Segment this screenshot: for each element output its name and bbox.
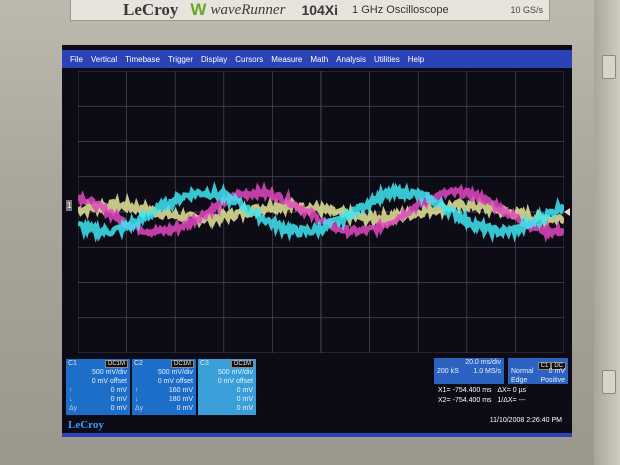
- ch1-offset: 0 mV offset: [91, 378, 127, 385]
- timebase-rate: 1.0 MS/s: [473, 368, 501, 375]
- ch3-volts-div: 500 mV/div: [217, 369, 253, 376]
- ch2-volts-div: 500 mV/div: [157, 369, 193, 376]
- x1-label: X1=: [438, 387, 451, 394]
- datetime-display: 11/10/2008 2:26:40 PM: [489, 417, 562, 424]
- menu-bar: File Vertical Timebase Trigger Display C…: [62, 50, 572, 68]
- sample-rate-label: 10 GS/s: [510, 5, 543, 15]
- channel-2-coupling: DC1M: [170, 359, 194, 368]
- model-name: waveRunner: [210, 1, 286, 18]
- ch2-row-label: ↓: [135, 396, 139, 403]
- menu-file[interactable]: File: [70, 55, 83, 64]
- channel-3-id: C3: [200, 360, 209, 367]
- bezel-right-edge: [594, 0, 620, 465]
- timebase-samples: 200 kS: [437, 368, 459, 375]
- channel-3-panel[interactable]: C3 DC1M 500 mV/div 0 mV offset 0 mV 0 mV …: [198, 359, 256, 415]
- trigger-panel[interactable]: C1 DC Normal 0 mV Edge Positive: [508, 358, 568, 384]
- trigger-level-icon[interactable]: [564, 208, 570, 216]
- screen-logo: LeCroy: [68, 419, 104, 431]
- brand-logo-icon: W: [190, 0, 207, 19]
- channel-ground-marker[interactable]: 1: [66, 200, 73, 211]
- header-plate: LeCroy W waveRunner 104Xi 1 GHz Oscillos…: [70, 0, 550, 21]
- channel-1-panel[interactable]: C1 DC1M 500 mV/div 0 mV offset ↑ 0 mV ↓ 0 m…: [66, 359, 130, 415]
- x2-value: -754.400 ms: [452, 397, 492, 404]
- model-number: 104Xi: [301, 2, 339, 18]
- trigger-mode: Normal: [511, 368, 534, 375]
- menu-analysis[interactable]: Analysis: [336, 55, 366, 64]
- inv-dx-value: ---: [518, 397, 526, 404]
- trigger-slope: Positive: [540, 377, 565, 384]
- ch3-offset: 0 mV offset: [217, 378, 253, 385]
- ch1-row-label: Δy: [69, 405, 78, 412]
- ch1-row-label: ↓: [69, 396, 73, 403]
- side-button-top[interactable]: [602, 55, 616, 79]
- menu-timebase[interactable]: Timebase: [125, 55, 160, 64]
- ch1-volts-div: 500 mV/div: [91, 369, 127, 376]
- dx-value: 0 µs: [512, 387, 527, 394]
- dx-label: ΔX=: [497, 387, 511, 394]
- channel-2-id: C2: [134, 360, 143, 367]
- ch3-cursor-1: 0 mV: [236, 387, 253, 394]
- side-button-bottom[interactable]: [602, 370, 616, 394]
- channel-1-coupling: DC1M: [104, 359, 128, 368]
- menu-trigger[interactable]: Trigger: [168, 55, 193, 64]
- x2-label: X2=: [438, 397, 451, 404]
- oscilloscope-bezel: LeCroy W waveRunner 104Xi 1 GHz Oscillos…: [0, 0, 620, 465]
- x1-value: -754.400 ms: [452, 387, 492, 394]
- ch3-delta-y: 0 mV: [236, 405, 253, 412]
- inv-dx-label: 1/ΔX=: [497, 397, 517, 404]
- menu-help[interactable]: Help: [408, 55, 424, 64]
- menu-math[interactable]: Math: [310, 55, 328, 64]
- ch2-cursor-1: 160 mV: [168, 387, 193, 394]
- model-description: 1 GHz Oscilloscope: [352, 4, 449, 16]
- timebase-panel[interactable]: 20.0 ms/div 200 kS 1.0 MS/s: [434, 358, 504, 384]
- ch2-delta-y: 0 mV: [176, 405, 193, 412]
- ch2-row-label: Δy: [135, 405, 144, 412]
- ch2-offset: 0 mV offset: [157, 378, 193, 385]
- ch3-cursor-2: 0 mV: [236, 396, 253, 403]
- timebase-value: 20.0 ms/div: [465, 359, 501, 366]
- brand-name: LeCroy: [123, 0, 179, 19]
- ch1-cursor-1: 0 mV: [110, 387, 127, 394]
- screen-bottom-bar: [62, 433, 572, 437]
- menu-cursors[interactable]: Cursors: [235, 55, 263, 64]
- cursor-readout: X1= -754.400 ms ΔX= 0 µs X2= -754.400 ms…: [438, 386, 526, 406]
- ch1-cursor-2: 0 mV: [110, 396, 127, 403]
- channel-3-coupling: DC1M: [230, 359, 254, 368]
- menu-display[interactable]: Display: [201, 55, 227, 64]
- waveform-grid[interactable]: [78, 71, 564, 353]
- menu-vertical[interactable]: Vertical: [91, 55, 117, 64]
- display-screen: File Vertical Timebase Trigger Display C…: [62, 45, 572, 437]
- trigger-type: Edge: [511, 377, 528, 384]
- ch2-row-label: ↑: [135, 387, 139, 394]
- ch2-cursor-2: 180 mV: [168, 396, 193, 403]
- ch1-row-label: ↑: [69, 387, 73, 394]
- trigger-level: 0 mV: [548, 368, 565, 375]
- menu-utilities[interactable]: Utilities: [374, 55, 400, 64]
- channel-1-id: C1: [68, 360, 77, 367]
- menu-measure[interactable]: Measure: [271, 55, 302, 64]
- channel-2-panel[interactable]: C2 DC1M 500 mV/div 0 mV offset ↑ 160 mV ↓ 1…: [132, 359, 196, 415]
- ch1-delta-y: 0 mV: [110, 405, 127, 412]
